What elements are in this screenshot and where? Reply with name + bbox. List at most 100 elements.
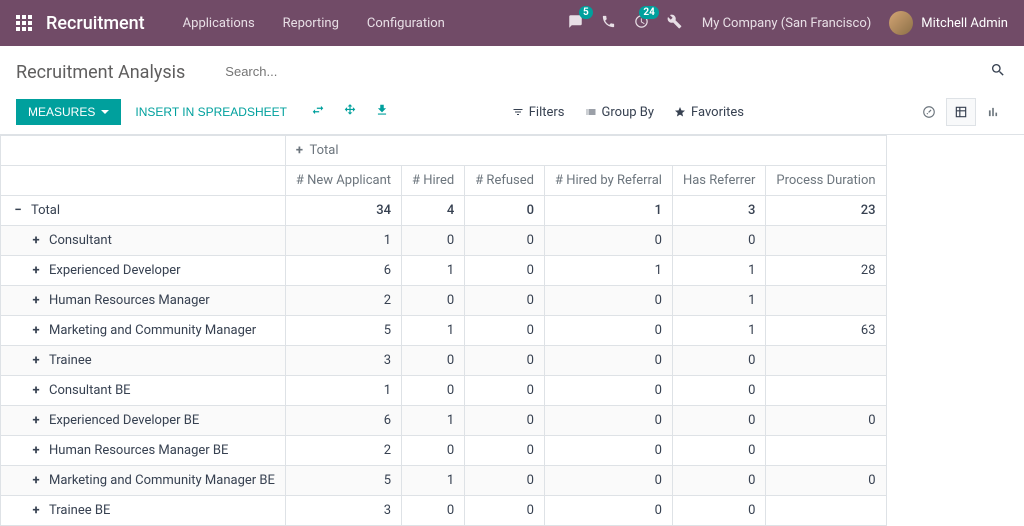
row-header[interactable]: +Human Resources Manager BE xyxy=(1,436,286,466)
measure-header[interactable]: # Hired by Referral xyxy=(544,166,672,196)
pivot-view: + Total # New Applicant# Hired# Refused#… xyxy=(0,135,1024,526)
brand[interactable]: Recruitment xyxy=(46,13,145,34)
pivot-cell: 0 xyxy=(544,436,672,466)
pivot-cell: 1 xyxy=(544,196,672,226)
row-label: Marketing and Community Manager BE xyxy=(49,473,275,488)
pivot-cell: 0 xyxy=(402,376,465,406)
download-icon[interactable] xyxy=(375,103,389,121)
pivot-cell: 1 xyxy=(402,256,465,286)
pivot-cell: 4 xyxy=(402,196,465,226)
debug-icon[interactable] xyxy=(667,14,682,33)
measures-button[interactable]: MEASURES xyxy=(16,99,121,125)
pivot-cell: 0 xyxy=(544,406,672,436)
row-header[interactable]: + Consultant BE xyxy=(1,376,286,406)
row-header[interactable]: +Trainee xyxy=(1,346,286,376)
row-label: Experienced Developer BE xyxy=(49,413,199,428)
measure-header[interactable]: # Refused xyxy=(465,166,545,196)
view-pivot-button[interactable] xyxy=(946,98,976,126)
pivot-cell: 0 xyxy=(465,496,545,526)
plus-icon[interactable]: + xyxy=(29,443,43,458)
plus-icon[interactable]: + xyxy=(29,353,43,368)
pivot-cell: 0 xyxy=(402,226,465,256)
plus-icon[interactable]: + xyxy=(29,473,43,488)
pivot-cell: 3 xyxy=(672,196,765,226)
view-dashboard-button[interactable] xyxy=(914,98,944,126)
row-header[interactable]: +Trainee BE xyxy=(1,496,286,526)
minus-icon[interactable]: − xyxy=(11,203,25,218)
activities-badge: 24 xyxy=(639,6,658,19)
pivot-cell xyxy=(766,436,886,466)
measure-header[interactable]: Has Referrer xyxy=(672,166,765,196)
row-header[interactable]: + Experienced Developer xyxy=(1,256,286,286)
pivot-cell: 0 xyxy=(672,376,765,406)
plus-icon[interactable]: + xyxy=(29,323,43,338)
pivot-cell: 0 xyxy=(465,226,545,256)
pivot-cell: 63 xyxy=(766,316,886,346)
pivot-cell: 1 xyxy=(402,406,465,436)
search-input[interactable] xyxy=(225,58,1008,86)
measure-header[interactable]: # New Applicant xyxy=(285,166,401,196)
pivot-cell: 0 xyxy=(465,286,545,316)
row-header[interactable]: −Total xyxy=(1,196,286,226)
plus-icon: + xyxy=(296,143,303,158)
row-header[interactable]: + Marketing and Community Manager xyxy=(1,316,286,346)
pivot-cell xyxy=(766,376,886,406)
user-menu[interactable]: Mitchell Admin xyxy=(889,11,1008,35)
row-label: Total xyxy=(31,203,60,218)
insert-spreadsheet-button[interactable]: INSERT IN SPREADSHEET xyxy=(121,99,301,125)
plus-icon[interactable]: + xyxy=(29,233,43,248)
plus-icon[interactable]: + xyxy=(29,263,43,278)
pivot-cell: 0 xyxy=(465,346,545,376)
search-icon[interactable] xyxy=(990,62,1006,82)
view-graph-button[interactable] xyxy=(978,98,1008,126)
pivot-cell: 0 xyxy=(465,316,545,346)
col-header-total[interactable]: + Total xyxy=(285,136,886,166)
pivot-cell: 1 xyxy=(402,316,465,346)
row-header[interactable]: + Marketing and Community Manager BE xyxy=(1,466,286,496)
group-by-button[interactable]: Group By xyxy=(585,105,655,120)
nav-reporting[interactable]: Reporting xyxy=(269,16,353,31)
pivot-cell: 2 xyxy=(285,286,401,316)
measure-header[interactable]: Process Duration xyxy=(766,166,886,196)
flip-axis-icon[interactable] xyxy=(311,103,325,121)
row-header[interactable]: + Consultant xyxy=(1,226,286,256)
pivot-cell: 0 xyxy=(544,466,672,496)
pivot-cell: 0 xyxy=(544,226,672,256)
row-header[interactable]: + Experienced Developer BE xyxy=(1,406,286,436)
pivot-cell: 0 xyxy=(672,406,765,436)
row-label: Experienced Developer xyxy=(49,263,181,278)
plus-icon[interactable]: + xyxy=(29,383,43,398)
row-label: Consultant xyxy=(49,233,112,248)
nav-applications[interactable]: Applications xyxy=(169,16,269,31)
activities-icon[interactable]: 24 xyxy=(634,14,649,33)
pivot-cell: 1 xyxy=(672,316,765,346)
row-header[interactable]: + Human Resources Manager xyxy=(1,286,286,316)
pivot-cell: 1 xyxy=(672,256,765,286)
filters-button[interactable]: Filters xyxy=(512,105,565,120)
pivot-cell: 0 xyxy=(465,466,545,496)
pivot-cell: 0 xyxy=(766,406,886,436)
expand-all-icon[interactable] xyxy=(343,103,357,121)
pivot-cell xyxy=(766,286,886,316)
pivot-cell xyxy=(766,226,886,256)
plus-icon[interactable]: + xyxy=(29,413,43,428)
pivot-cell: 6 xyxy=(285,406,401,436)
control-panel: Recruitment Analysis MEASURES INSERT IN … xyxy=(0,46,1024,135)
company-selector[interactable]: My Company (San Francisco) xyxy=(702,16,871,31)
row-label: Human Resources Manager xyxy=(49,293,210,308)
nav-configuration[interactable]: Configuration xyxy=(353,16,459,31)
pivot-cell: 5 xyxy=(285,466,401,496)
plus-icon[interactable]: + xyxy=(29,503,43,518)
pivot-cell: 0 xyxy=(544,496,672,526)
measure-header[interactable]: # Hired xyxy=(402,166,465,196)
phone-icon[interactable] xyxy=(601,14,616,33)
messaging-icon[interactable]: 5 xyxy=(568,14,583,33)
row-label: Marketing and Community Manager xyxy=(49,323,256,338)
apps-icon[interactable] xyxy=(16,15,32,31)
favorites-button[interactable]: Favorites xyxy=(674,105,744,120)
breadcrumb: Recruitment Analysis xyxy=(16,62,185,83)
pivot-cell: 1 xyxy=(544,256,672,286)
row-label: Consultant BE xyxy=(49,383,131,398)
plus-icon[interactable]: + xyxy=(29,293,43,308)
pivot-cell: 0 xyxy=(544,346,672,376)
